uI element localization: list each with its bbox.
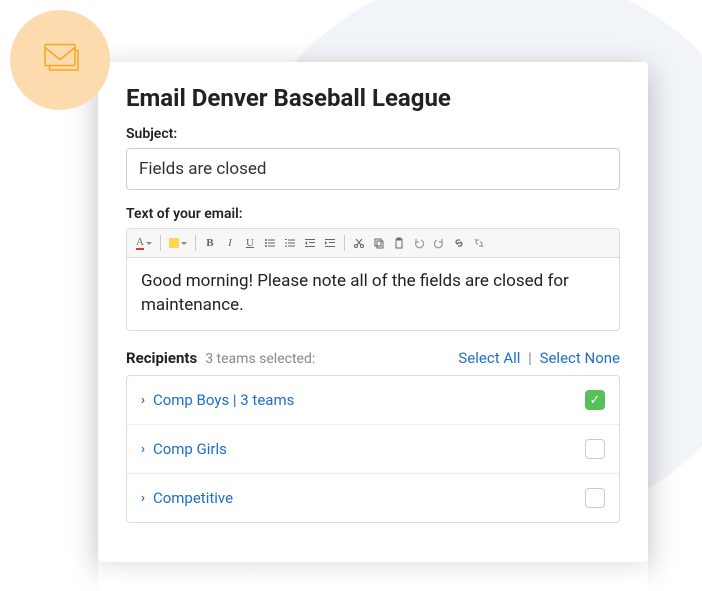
recipients-summary: 3 teams selected:: [205, 351, 315, 367]
recipient-checkbox[interactable]: ✓: [585, 390, 605, 410]
italic-button[interactable]: I: [221, 233, 239, 253]
underline-button[interactable]: U: [241, 233, 259, 253]
mail-badge: [10, 10, 110, 110]
subject-label: Subject:: [126, 126, 620, 142]
chevron-right-icon: ›: [141, 393, 145, 408]
recipients-title: Recipients: [126, 349, 197, 367]
cut-button[interactable]: [350, 233, 368, 253]
recipients-list: › Comp Boys | 3 teams ✓ › Comp Girls › C…: [126, 375, 620, 523]
indent-button[interactable]: [321, 233, 339, 253]
copy-button[interactable]: [370, 233, 388, 253]
recipient-label[interactable]: Comp Boys | 3 teams: [153, 391, 294, 409]
rich-text-editor: A B I U: [126, 228, 620, 331]
chevron-right-icon: ›: [141, 491, 145, 506]
select-all-link[interactable]: Select All: [458, 349, 520, 367]
separator: [160, 235, 161, 251]
undo-button[interactable]: [410, 233, 428, 253]
mail-icon: [36, 34, 84, 86]
outdent-button[interactable]: [301, 233, 319, 253]
recipients-header: Recipients 3 teams selected: Select All …: [126, 349, 620, 367]
font-color-button[interactable]: A: [133, 233, 155, 253]
recipient-row[interactable]: › Competitive: [127, 474, 619, 522]
recipient-row[interactable]: › Comp Boys | 3 teams ✓: [127, 376, 619, 425]
separator: [195, 235, 196, 251]
body-label: Text of your email:: [126, 206, 620, 222]
email-body-input[interactable]: Good morning! Please note all of the fie…: [127, 258, 619, 330]
recipient-row[interactable]: › Comp Girls: [127, 425, 619, 474]
bg-color-button[interactable]: [166, 233, 190, 253]
paste-button[interactable]: [390, 233, 408, 253]
page-title: Email Denver Baseball League: [126, 84, 620, 112]
recipient-checkbox[interactable]: [585, 439, 605, 459]
recipient-label[interactable]: Comp Girls: [153, 440, 227, 458]
recipient-label[interactable]: Competitive: [153, 489, 233, 507]
recipient-checkbox[interactable]: [585, 488, 605, 508]
email-compose-card: Email Denver Baseball League Subject: Te…: [98, 62, 648, 562]
redo-button[interactable]: [430, 233, 448, 253]
subject-input[interactable]: [126, 148, 620, 190]
bold-button[interactable]: B: [201, 233, 219, 253]
separator: |: [528, 349, 532, 367]
unlink-button[interactable]: [470, 233, 488, 253]
separator: [344, 235, 345, 251]
select-none-link[interactable]: Select None: [540, 349, 620, 367]
numbered-list-button[interactable]: [281, 233, 299, 253]
link-button[interactable]: [450, 233, 468, 253]
editor-toolbar: A B I U: [127, 229, 619, 258]
chevron-right-icon: ›: [141, 442, 145, 457]
bullet-list-button[interactable]: [261, 233, 279, 253]
